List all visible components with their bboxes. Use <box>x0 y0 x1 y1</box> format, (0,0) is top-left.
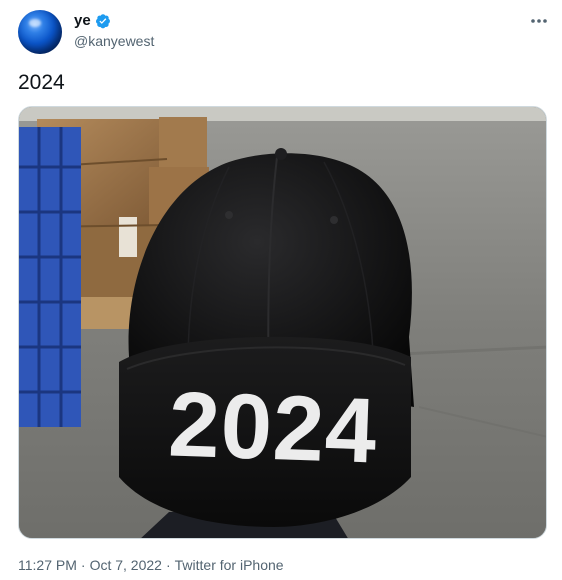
verified-badge-icon <box>95 14 110 29</box>
avatar[interactable] <box>18 10 62 54</box>
tweet-photo[interactable]: 2024 <box>18 106 547 539</box>
cap-photo: 2024 <box>19 107 546 538</box>
tweet: ye @kanyewest 2024 2024 11:27 PM · Oct 7… <box>0 0 562 580</box>
tweet-date[interactable]: Oct 7, 2022 <box>90 556 162 574</box>
tweet-text: 2024 <box>18 71 65 94</box>
display-name[interactable]: ye <box>74 12 91 30</box>
meta-separator: · <box>80 557 86 573</box>
user-name-row[interactable]: ye <box>74 12 111 30</box>
more-options-icon <box>531 19 547 23</box>
cap-text: 2024 <box>167 373 379 482</box>
more-options-button[interactable] <box>526 10 552 32</box>
tweet-meta: 11:27 PM · Oct 7, 2022 · Twitter for iPh… <box>18 556 284 574</box>
wall-strip <box>19 107 546 121</box>
tweet-source[interactable]: Twitter for iPhone <box>175 556 284 574</box>
tweet-time[interactable]: 11:27 PM <box>18 556 77 574</box>
cap-button <box>275 148 287 160</box>
blue-crates <box>19 127 81 427</box>
cap-eyelet <box>330 216 338 224</box>
meta-separator: · <box>165 557 171 573</box>
user-handle[interactable]: @kanyewest <box>74 32 154 50</box>
cap-eyelet <box>225 211 233 219</box>
avatar-highlight <box>29 19 41 27</box>
